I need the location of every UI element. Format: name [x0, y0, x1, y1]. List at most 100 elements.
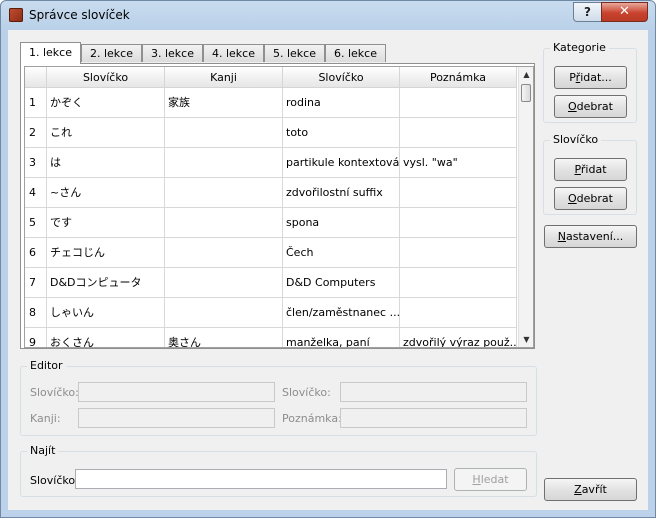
row-number: 8	[25, 298, 47, 328]
editor-group: Editor Slovíčko: Slovíčko: Kanji: Poznám…	[20, 359, 537, 436]
cell-note[interactable]: zdvořilý výraz použ...	[400, 328, 517, 347]
editor-slovicko-label: Slovíčko:	[30, 386, 79, 399]
table-row[interactable]: 7 D&Dコンピュータ D&D Computers	[25, 268, 517, 298]
table-row[interactable]: 9 おくさん 奥さん manželka, paní zdvořilý výraz…	[25, 328, 517, 347]
cell-kanji[interactable]	[165, 118, 283, 148]
kategorie-add-button[interactable]: Přidat...	[554, 66, 627, 89]
cell-translation[interactable]: D&D Computers	[283, 268, 400, 298]
table-row[interactable]: 3 は partikule kontextová vysl. "wa"	[25, 148, 517, 178]
column-header-kanji[interactable]: Kanji	[165, 67, 283, 88]
tab-lekce-1[interactable]: 1. lekce	[20, 42, 81, 64]
column-header-slovicko[interactable]: Slovíčko	[47, 67, 165, 88]
cell-note[interactable]	[400, 88, 517, 118]
cell-kanji[interactable]: 家族	[165, 88, 283, 118]
slovicko-group-title: Slovíčko	[550, 133, 602, 146]
cell-note[interactable]	[400, 268, 517, 298]
cell-translation[interactable]: Čech	[283, 238, 400, 268]
cell-note[interactable]: vysl. "wa"	[400, 148, 517, 178]
kategorie-group: Kategorie Přidat... Odebrat	[543, 41, 637, 123]
help-button[interactable]: ?	[573, 2, 602, 22]
cell-translation[interactable]: zdvořilostní suffix	[283, 178, 400, 208]
tab-lekce-2[interactable]: 2. lekce	[81, 44, 142, 62]
cell-word[interactable]: ~さん	[47, 178, 165, 208]
editor-kanji-label: Kanji:	[30, 412, 61, 425]
tab-lekce-6[interactable]: 6. lekce	[325, 44, 386, 62]
cell-word[interactable]: D&Dコンピュータ	[47, 268, 165, 298]
cell-kanji[interactable]: 奥さん	[165, 328, 283, 347]
search-label: Slovíčko	[30, 474, 76, 487]
scroll-down-arrow-icon[interactable]: ▼	[519, 332, 533, 347]
slovicko-group: Slovíčko Přidat Odebrat	[543, 133, 637, 215]
kategorie-title: Kategorie	[550, 41, 609, 54]
editor-note-field[interactable]	[340, 408, 527, 428]
cell-kanji[interactable]	[165, 268, 283, 298]
table-row[interactable]: 1 かぞく 家族 rodina	[25, 88, 517, 118]
title-bar: Správce slovíček ? ✕	[1, 1, 655, 29]
cell-translation[interactable]: rodina	[283, 88, 400, 118]
cell-note[interactable]	[400, 118, 517, 148]
editor-slovicko-translation-label: Slovíčko:	[282, 386, 331, 399]
row-number: 3	[25, 148, 47, 178]
cell-kanji[interactable]	[165, 178, 283, 208]
tab-lekce-4[interactable]: 4. lekce	[203, 44, 264, 62]
cell-note[interactable]	[400, 238, 517, 268]
tab-lekce-5[interactable]: 5. lekce	[264, 44, 325, 62]
cell-word[interactable]: は	[47, 148, 165, 178]
scroll-thumb[interactable]	[521, 84, 531, 102]
scroll-up-arrow-icon[interactable]: ▲	[519, 67, 533, 82]
cell-translation[interactable]: člen/zaměstnanec ...	[283, 298, 400, 328]
tab-lekce-3[interactable]: 3. lekce	[142, 44, 203, 62]
cell-word[interactable]: です	[47, 208, 165, 238]
cell-kanji[interactable]	[165, 298, 283, 328]
tab-content: Slovíčko Kanji Slovíčko Poznámka 1 かぞく 家…	[20, 63, 535, 349]
row-number: 5	[25, 208, 47, 238]
cell-translation[interactable]: partikule kontextová	[283, 148, 400, 178]
table-row[interactable]: 5 です spona	[25, 208, 517, 238]
cell-kanji[interactable]	[165, 208, 283, 238]
row-number: 1	[25, 88, 47, 118]
vocabulary-table: Slovíčko Kanji Slovíčko Poznámka 1 かぞく 家…	[24, 66, 534, 348]
cell-word[interactable]: しゃいん	[47, 298, 165, 328]
book-icon	[9, 8, 23, 22]
table-row[interactable]: 6 チェコじん Čech	[25, 238, 517, 268]
row-number: 2	[25, 118, 47, 148]
cell-word[interactable]: かぞく	[47, 88, 165, 118]
cell-note[interactable]	[400, 298, 517, 328]
cell-note[interactable]	[400, 178, 517, 208]
row-number: 7	[25, 268, 47, 298]
cell-translation[interactable]: manželka, paní	[283, 328, 400, 347]
table-scrollbar[interactable]: ▲ ▼	[518, 67, 533, 347]
cell-word[interactable]: これ	[47, 118, 165, 148]
editor-kanji-field[interactable]	[78, 408, 275, 428]
corner-header	[25, 67, 47, 88]
search-button[interactable]: Hledat	[454, 468, 527, 491]
main-panel: 1. lekce 2. lekce 3. lekce 4. lekce 5. l…	[8, 30, 648, 510]
cell-word[interactable]: チェコじん	[47, 238, 165, 268]
table-row[interactable]: 4 ~さん zdvořilostní suffix	[25, 178, 517, 208]
column-header-poznamka[interactable]: Poznámka	[400, 67, 517, 88]
column-header-slovicko-translation[interactable]: Slovíčko	[283, 67, 400, 88]
word-remove-button[interactable]: Odebrat	[554, 187, 627, 210]
cell-kanji[interactable]	[165, 148, 283, 178]
search-title: Najít	[27, 444, 59, 457]
editor-slovicko-field[interactable]	[78, 382, 275, 402]
kategorie-remove-button[interactable]: Odebrat	[554, 95, 627, 118]
search-input[interactable]	[75, 469, 447, 489]
cell-translation[interactable]: spona	[283, 208, 400, 238]
settings-button[interactable]: Nastavení...	[544, 225, 637, 248]
cell-note[interactable]	[400, 208, 517, 238]
row-number: 6	[25, 238, 47, 268]
table-row[interactable]: 8 しゃいん člen/zaměstnanec ...	[25, 298, 517, 328]
search-group: Najít Slovíčko Hledat	[20, 444, 537, 497]
editor-translation-field[interactable]	[340, 382, 527, 402]
cell-word[interactable]: おくさん	[47, 328, 165, 347]
close-window-button[interactable]: ✕	[601, 2, 648, 22]
cell-kanji[interactable]	[165, 238, 283, 268]
window-title: Správce slovíček	[29, 8, 130, 22]
table-row[interactable]: 2 これ toto	[25, 118, 517, 148]
app-window: Správce slovíček ? ✕ 1. lekce 2. lekce 3…	[0, 0, 656, 518]
cell-translation[interactable]: toto	[283, 118, 400, 148]
word-add-button[interactable]: Přidat	[554, 158, 627, 181]
editor-title: Editor	[27, 359, 66, 372]
close-button[interactable]: Zavřít	[544, 478, 637, 501]
